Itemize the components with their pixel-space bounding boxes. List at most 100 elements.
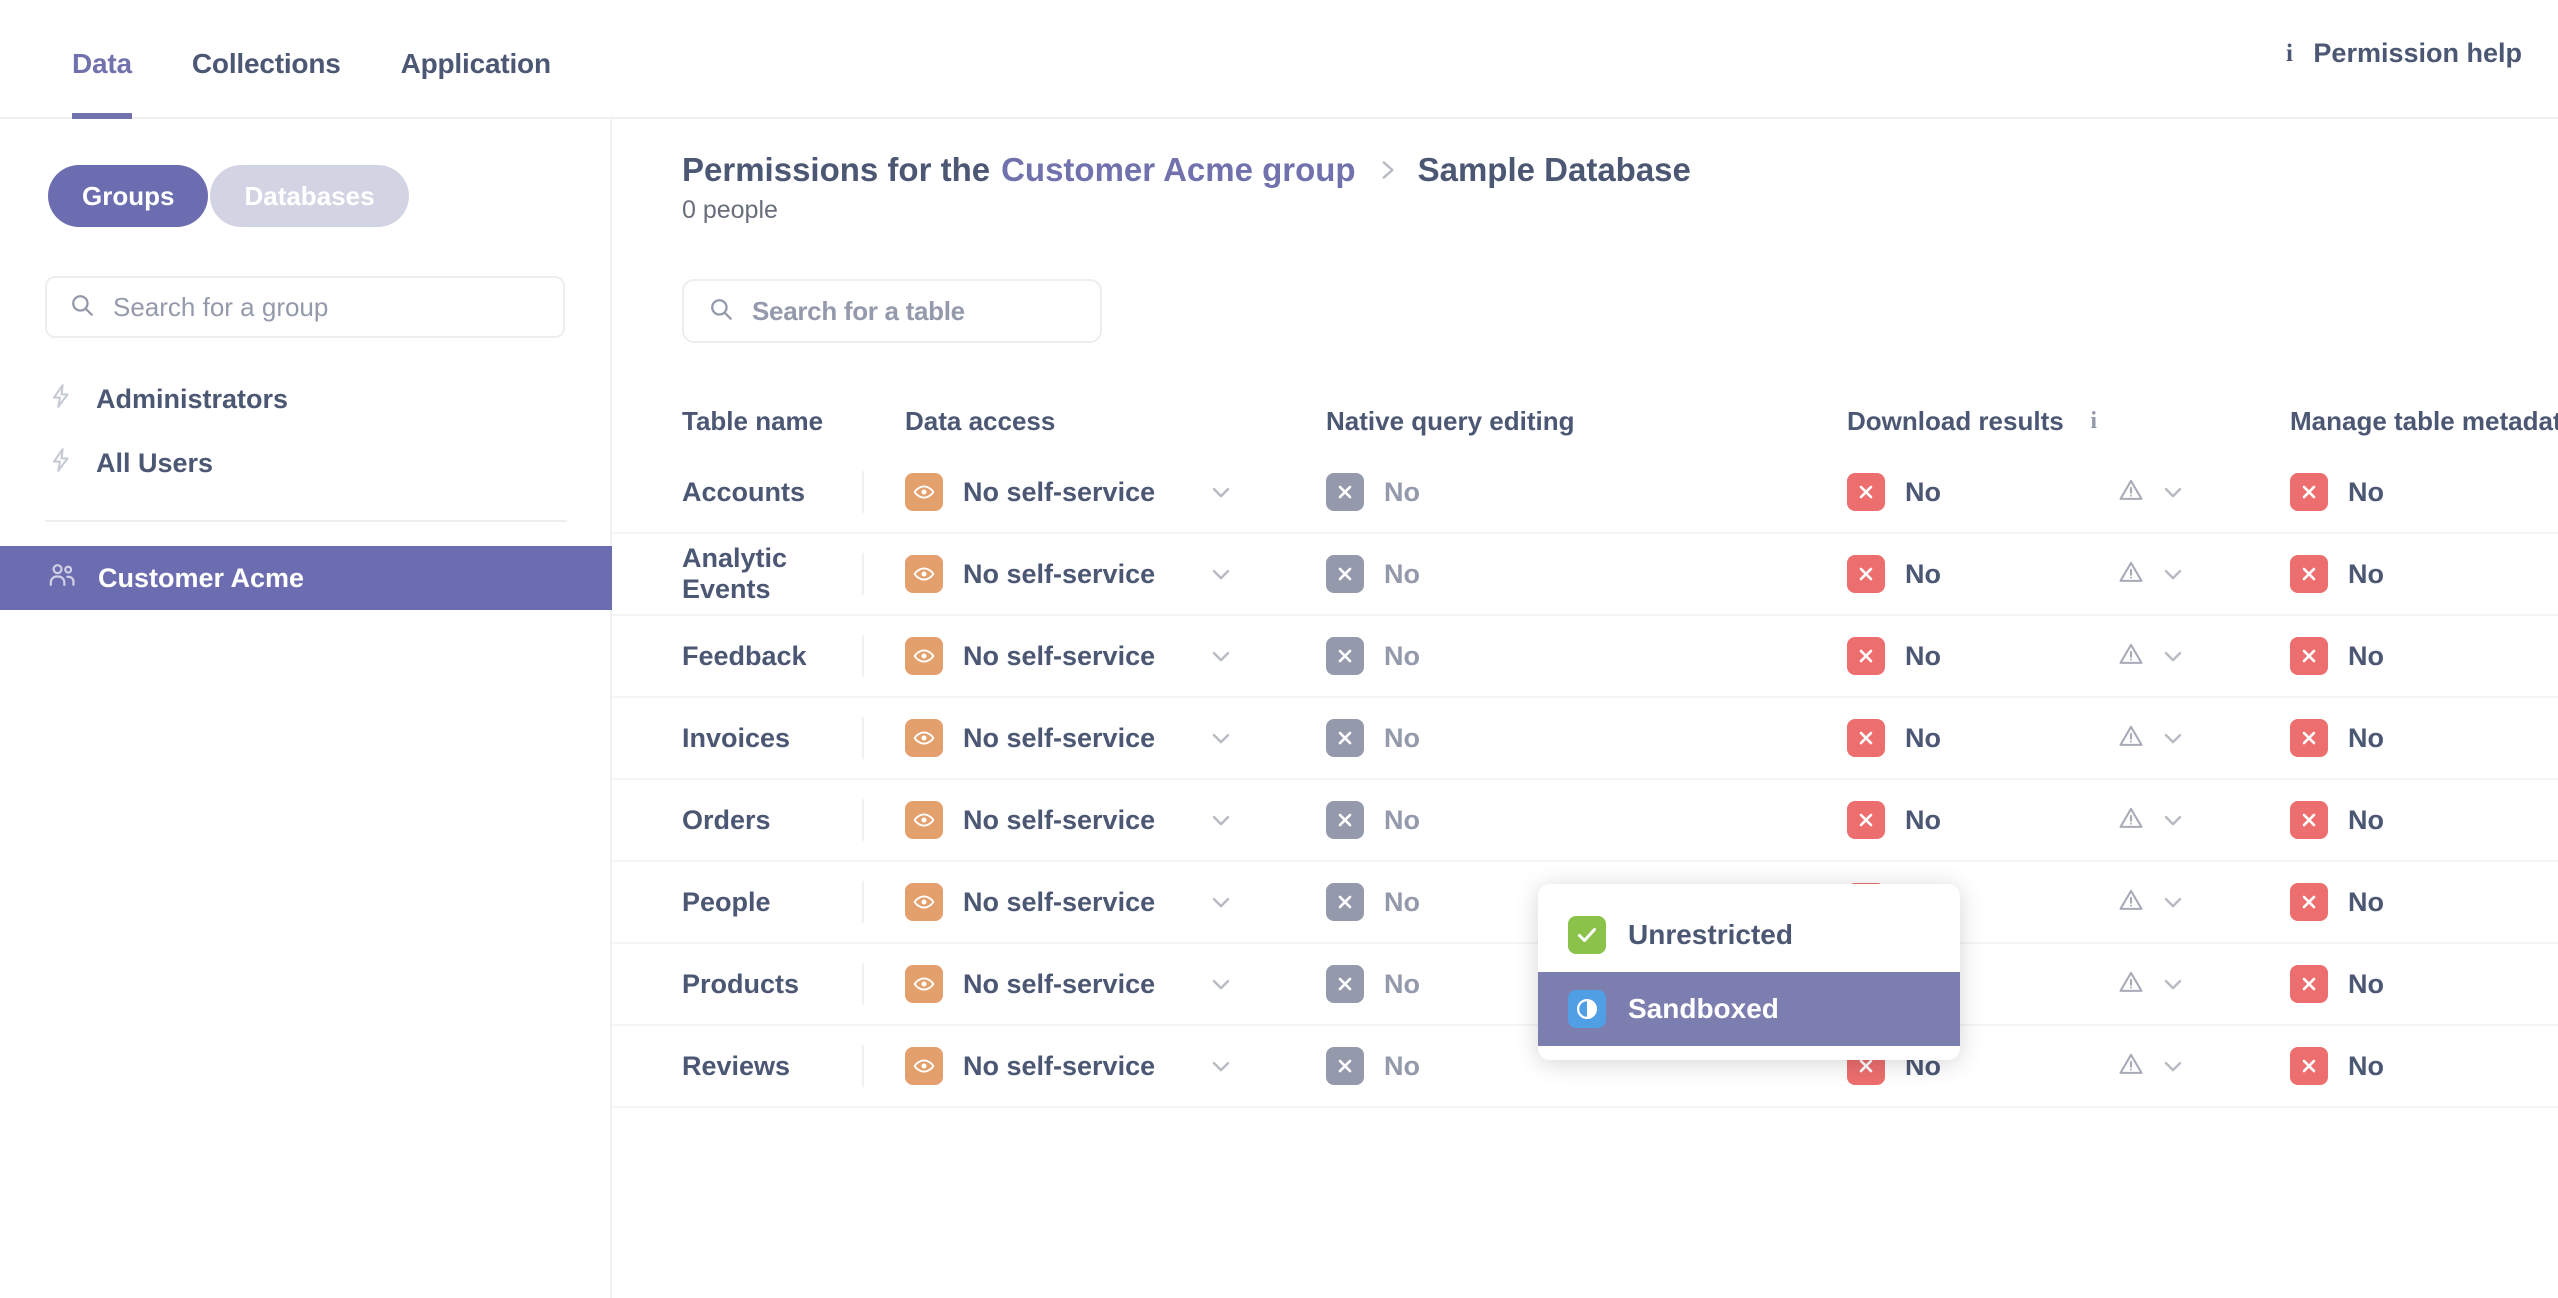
cell-data-access[interactable]: No self-service [862,801,1290,839]
chevron-down-icon[interactable] [2159,970,2187,998]
sidebar-item-administrators[interactable]: Administrators [0,367,612,431]
chevron-down-icon[interactable] [1207,560,1235,588]
cell-data-access[interactable]: No self-service [862,1047,1290,1085]
x-icon [1326,801,1364,839]
page-title-database: Sample Database [1418,151,1691,189]
eye-icon [905,637,943,675]
warning-triangle-icon[interactable] [2117,1050,2145,1083]
x-icon [1847,719,1885,757]
chevron-down-icon[interactable] [2159,642,2187,670]
warning-triangle-icon[interactable] [2117,476,2145,509]
page-title-group-link[interactable]: Customer Acme group [1001,151,1356,189]
group-search-box[interactable]: Search for a group [45,276,565,338]
chevron-down-icon[interactable] [2159,806,2187,834]
table-row: FeedbackNo self-serviceNoNoNo [612,616,2558,698]
cell-download-results[interactable]: No [1813,555,2249,593]
tab-collections-label: Collections [192,48,341,79]
table-search-box[interactable]: Search for a table [682,279,1102,343]
cell-native-query-editing[interactable]: No [1290,719,1813,757]
main-tabs: Data Collections Application [42,0,581,119]
warning-triangle-icon[interactable] [2117,640,2145,673]
top-navigation-bar: Data Collections Application i Permissio… [0,0,2558,119]
cell-native-query-editing[interactable]: No [1290,801,1813,839]
main-content: Permissions for the Customer Acme group … [612,119,2558,1298]
cell-data-access[interactable]: No self-service [862,883,1290,921]
page-title: Permissions for the Customer Acme group … [682,151,1691,189]
table-name-label: People [682,887,771,917]
x-icon [1326,1047,1364,1085]
chevron-down-icon[interactable] [2159,560,2187,588]
sidebar-item-customer-acme[interactable]: Customer Acme [0,546,612,610]
cell-download-results[interactable]: No [1813,719,2249,757]
bolt-icon [48,382,74,417]
tab-data[interactable]: Data [42,0,162,119]
dropdown-option-unrestricted[interactable]: Unrestricted [1538,898,1960,972]
table-name-label: Accounts [682,477,805,507]
chevron-down-icon[interactable] [2159,478,2187,506]
sidebar-item-all-users[interactable]: All Users [0,431,612,495]
cell-manage-table-metadata[interactable]: No [2249,719,2558,757]
chevron-down-icon[interactable] [2159,1052,2187,1080]
cell-manage-table-metadata[interactable]: No [2249,637,2558,675]
cell-data-access[interactable]: No self-service [862,965,1290,1003]
warning-triangle-icon[interactable] [2117,886,2145,919]
permission-help-label: Permission help [2313,38,2522,69]
warning-triangle-icon[interactable] [2117,558,2145,591]
cell-manage-table-metadata[interactable]: No [2249,473,2558,511]
chevron-down-icon[interactable] [1207,642,1235,670]
column-header-data-access-label: Data access [905,406,1055,437]
dropdown-option-sandboxed[interactable]: Sandboxed [1538,972,1960,1046]
cell-manage-table-metadata[interactable]: No [2249,965,2558,1003]
x-icon [1326,965,1364,1003]
x-icon [2290,965,2328,1003]
chevron-down-icon[interactable] [2159,724,2187,752]
chevron-down-icon[interactable] [1207,970,1235,998]
dropdown-option-sandboxed-label: Sandboxed [1628,993,1779,1025]
warning-triangle-icon[interactable] [2117,722,2145,755]
warning-triangle-icon[interactable] [2117,968,2145,1001]
cell-data-access[interactable]: No self-service [862,719,1290,757]
data-access-dropdown-menu[interactable]: Unrestricted Sandboxed [1538,884,1960,1060]
cell-manage-table-metadata[interactable]: No [2249,1047,2558,1085]
cell-native-query-editing[interactable]: No [1290,637,1813,675]
column-header-native-query-editing-label: Native query editing [1326,406,1575,437]
segment-groups[interactable]: Groups [48,165,208,227]
page-title-prefix: Permissions for the [682,151,990,189]
x-icon [1326,473,1364,511]
bolt-icon [48,446,74,481]
chevron-down-icon[interactable] [1207,478,1235,506]
cell-native-query-editing[interactable]: No [1290,555,1813,593]
data-access-value: No self-service [963,641,1155,672]
data-access-value: No self-service [963,969,1155,1000]
info-icon[interactable]: i [2084,407,2104,435]
cell-manage-table-metadata[interactable]: No [2249,801,2558,839]
data-access-value: No self-service [963,805,1155,836]
cell-download-results[interactable]: No [1813,801,2249,839]
tab-application[interactable]: Application [371,0,581,119]
segment-groups-label: Groups [82,181,174,212]
chevron-down-icon[interactable] [1207,806,1235,834]
cell-data-access[interactable]: No self-service [862,473,1290,511]
cell-manage-table-metadata[interactable]: No [2249,883,2558,921]
cell-download-results[interactable]: No [1813,637,2249,675]
permission-help-button[interactable]: i Permission help [2279,38,2522,69]
chevron-down-icon[interactable] [1207,724,1235,752]
cell-table-name: Analytic Events [612,543,862,605]
x-icon [1326,719,1364,757]
table-row: OrdersNo self-serviceNoNoNo [612,780,2558,862]
cell-native-query-editing[interactable]: No [1290,473,1813,511]
cell-manage-table-metadata[interactable]: No [2249,555,2558,593]
tab-collections[interactable]: Collections [162,0,371,119]
cell-data-access[interactable]: No self-service [862,637,1290,675]
segment-databases[interactable]: Databases [210,165,408,227]
cell-data-access[interactable]: No self-service [862,555,1290,593]
cell-download-results[interactable]: No [1813,473,2249,511]
chevron-down-icon[interactable] [2159,888,2187,916]
data-access-value: No self-service [963,887,1155,918]
chevron-down-icon[interactable] [1207,888,1235,916]
chevron-down-icon[interactable] [1207,1052,1235,1080]
table-name-label: Invoices [682,723,790,753]
warning-triangle-icon[interactable] [2117,804,2145,837]
info-icon: i [2279,40,2299,68]
cell-table-name: Invoices [612,723,862,754]
